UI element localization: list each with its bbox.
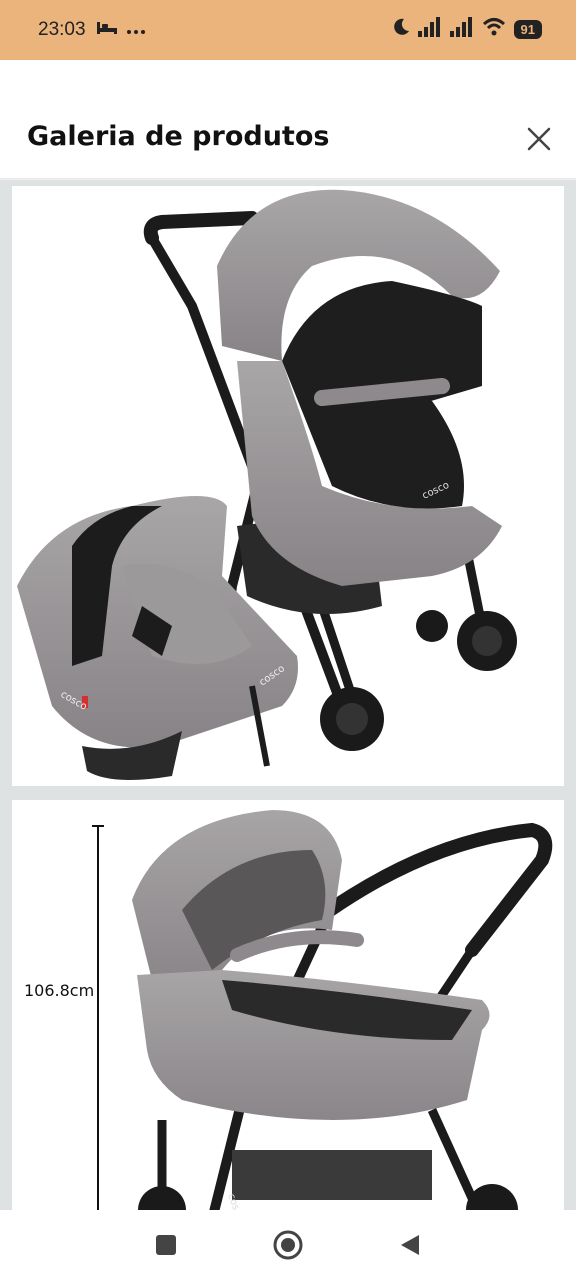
system-nav-bar (0, 1210, 576, 1280)
signal-icon (449, 17, 474, 42)
dimension-label: 106.8cm (24, 981, 95, 1000)
image-gallery[interactable]: cosco cosco cosco cosco 106.8cm (0, 180, 576, 1210)
battery-indicator: 91 (513, 20, 542, 39)
moon-icon (392, 17, 410, 42)
stroller-bassinet-image: cosco (92, 810, 553, 1210)
page-title: Galeria de produtos (27, 121, 330, 152)
modal-header (0, 60, 576, 180)
close-button[interactable] (522, 122, 556, 156)
home-button[interactable] (273, 1230, 303, 1260)
stroller-car-seat-image: cosco cosco cosco (17, 189, 517, 780)
status-bar: 23:03 91 (0, 0, 576, 60)
recents-square-icon (156, 1235, 176, 1255)
back-button[interactable] (395, 1230, 425, 1260)
gallery-image-1[interactable]: cosco cosco cosco (12, 186, 564, 786)
home-circle-icon (273, 1230, 303, 1260)
status-left-icons (96, 20, 146, 41)
status-time: 23:03 (38, 19, 86, 40)
close-icon (527, 127, 551, 151)
status-right-icons: 91 (392, 17, 542, 42)
bed-icon (96, 20, 118, 41)
more-dots-icon (126, 22, 146, 40)
wifi-icon (482, 17, 506, 42)
gallery-image-2[interactable]: cosco 106.8cm (12, 800, 564, 1210)
signal-icon (417, 17, 442, 42)
recents-button[interactable] (151, 1230, 181, 1260)
back-triangle-icon (401, 1235, 419, 1255)
